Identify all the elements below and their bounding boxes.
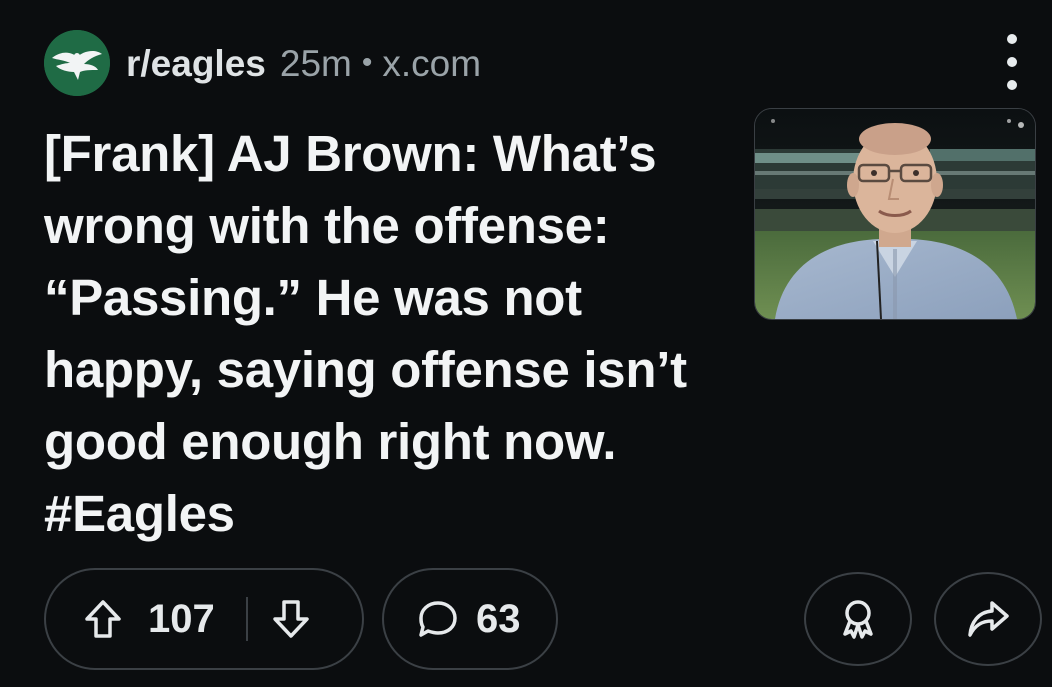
- subreddit-name[interactable]: r/eagles: [126, 45, 266, 82]
- comment-bubble-icon: [416, 597, 460, 641]
- vote-control: 107: [44, 568, 364, 670]
- more-dot: [1007, 57, 1017, 67]
- post-time: 25m: [279, 42, 352, 84]
- award-button[interactable]: [804, 572, 912, 666]
- downvote-arrow-icon[interactable]: [270, 597, 312, 641]
- share-arrow-icon: [968, 601, 1009, 637]
- eagle-logo-icon: [44, 30, 110, 96]
- post-actions-bar: 107 63: [44, 568, 1052, 672]
- man-in-stadium-photo: [755, 109, 1035, 319]
- vote-divider: [246, 597, 248, 641]
- comment-count: 63: [476, 596, 521, 641]
- share-button[interactable]: [934, 572, 1042, 666]
- post-thumbnail[interactable]: [754, 108, 1036, 320]
- meta-separator: •: [361, 45, 373, 79]
- post-meta: r/eagles 25m • x.com: [126, 45, 481, 82]
- more-options-button[interactable]: [1002, 34, 1022, 90]
- more-dots-icon: [1007, 34, 1017, 44]
- upvote-arrow-icon[interactable]: [82, 597, 124, 641]
- vote-count: 107: [148, 596, 215, 641]
- post-domain[interactable]: x.com: [382, 45, 481, 82]
- subreddit-avatar[interactable]: [44, 30, 110, 96]
- more-dot: [1007, 80, 1017, 90]
- post-title[interactable]: [Frank] AJ Brown: What’s wrong with the …: [44, 118, 734, 550]
- comments-button[interactable]: 63: [382, 568, 558, 670]
- award-icon: [843, 600, 873, 639]
- post-header: r/eagles 25m • x.com: [44, 30, 481, 96]
- post-card[interactable]: r/eagles 25m • x.com [Frank] AJ Brown: W…: [0, 0, 1052, 687]
